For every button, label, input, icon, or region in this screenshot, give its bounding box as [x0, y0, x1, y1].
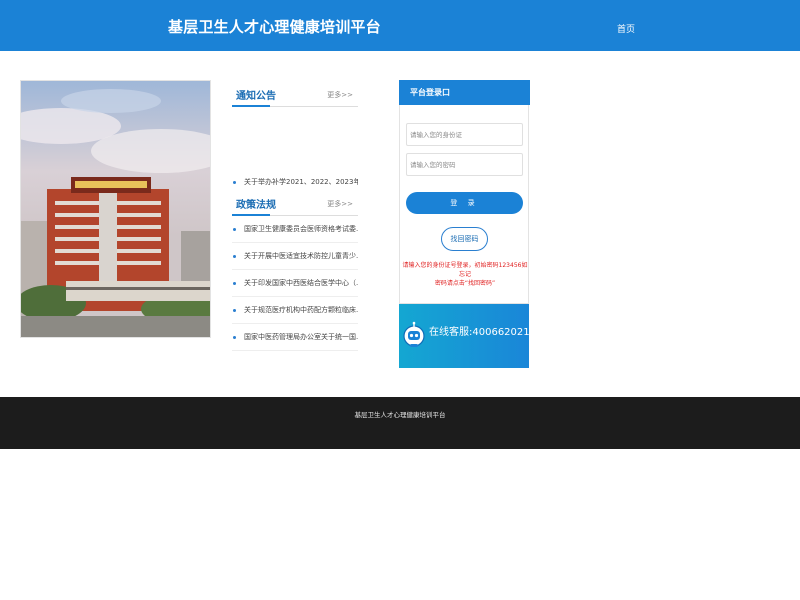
site-title: 基层卫生人才心理健康培训平台 [168, 18, 381, 36]
online-service-box[interactable]: 在线客服:4006620218 [399, 304, 536, 368]
notice-header: 通知公告 更多>> [232, 81, 358, 107]
notice-title-underline [232, 105, 270, 107]
bullet-icon [233, 336, 236, 339]
policy-item-text: 国家中医药管理局办公室关于统一国... [244, 333, 358, 341]
policy-header: 政策法规 更多>> [232, 190, 358, 216]
list-item[interactable]: 关于规范医疗机构中药配方颗粒临床... [232, 297, 358, 324]
bullet-icon [233, 309, 236, 312]
policy-item-text: 关于印发国家中西医结合医学中心（... [244, 279, 358, 287]
policy-title: 政策法规 [236, 200, 276, 211]
nav-home-link[interactable]: 首页 [617, 22, 635, 35]
bullet-icon [233, 255, 236, 258]
id-number-input[interactable] [406, 123, 523, 146]
footer-text: 基层卫生人才心理健康培训平台 [354, 411, 446, 419]
site-footer: 基层卫生人才心理健康培训平台 [0, 397, 800, 449]
notice-title: 通知公告 [236, 91, 276, 102]
bullet-icon [233, 181, 236, 184]
policy-item-text: 关于规范医疗机构中药配方颗粒临床... [244, 306, 358, 314]
forgot-password-button[interactable]: 找回密码 [441, 227, 488, 251]
service-phone-text: 在线客服:4006620218 [429, 327, 536, 338]
notice-section: 通知公告 更多>> 关于举办补学2021、2022、2023年目... [232, 81, 358, 196]
login-tip-line1: 请输入您的身份证号登录，初始密码123456如忘记 [402, 262, 528, 278]
login-button[interactable]: 登 录 [406, 192, 523, 214]
list-item[interactable]: 国家中医药管理局办公室关于统一国... [232, 324, 358, 351]
notice-item-text: 关于举办补学2021、2022、2023年目... [244, 178, 358, 186]
list-item[interactable]: 关于开展中医适宜技术防控儿童青少... [232, 243, 358, 270]
login-panel-title: 平台登录口 [410, 88, 450, 97]
list-item[interactable]: 国家卫生健康委员会医师资格考试委... [232, 216, 358, 243]
login-tip-line2: 密码请点击“找回密码” [434, 280, 496, 287]
policy-item-text: 关于开展中医适宜技术防控儿童青少... [244, 252, 358, 260]
list-item[interactable]: 关于印发国家中西医结合医学中心（... [232, 270, 358, 297]
policy-more-link[interactable]: 更多>> [327, 199, 353, 209]
campus-banner-image [20, 80, 211, 338]
policy-item-text: 国家卫生健康委员会医师资格考试委... [244, 225, 358, 233]
bullet-icon [233, 282, 236, 285]
policy-section: 政策法规 更多>> 国家卫生健康委员会医师资格考试委... 关于开展中医适宜技术… [232, 190, 358, 351]
site-header: 基层卫生人才心理健康培训平台 首页 [0, 0, 800, 51]
login-panel: 平台登录口 登 录 找回密码 请输入您的身份证号登录，初始密码123456如忘记… [399, 80, 530, 304]
login-panel-header: 平台登录口 [399, 80, 530, 105]
password-input[interactable] [406, 153, 523, 176]
notice-more-link[interactable]: 更多>> [327, 90, 353, 100]
policy-list: 国家卫生健康委员会医师资格考试委... 关于开展中医适宜技术防控儿童青少... … [232, 216, 358, 351]
bullet-icon [233, 228, 236, 231]
login-tip: 请输入您的身份证号登录，初始密码123456如忘记 密码请点击“找回密码” [402, 261, 528, 288]
robot-icon [403, 321, 425, 347]
